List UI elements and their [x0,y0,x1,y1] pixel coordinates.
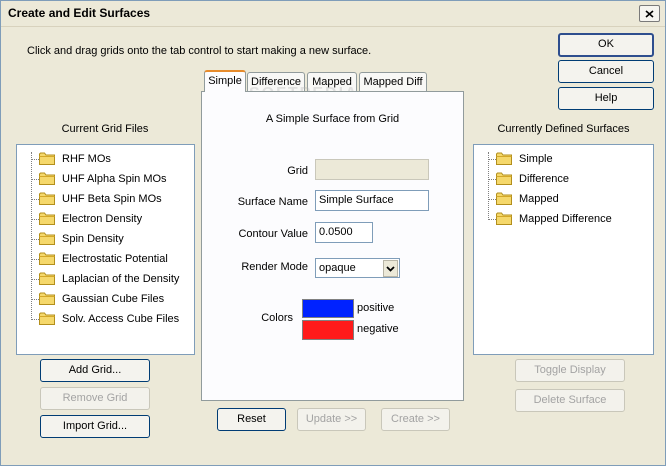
list-item-label: Solv. Access Cube Files [62,313,180,325]
help-button[interactable]: Help [558,87,654,110]
surface-name-field[interactable]: Simple Surface [315,190,429,211]
folder-icon [496,172,512,185]
tree-line [488,159,496,160]
tree-line [31,279,39,280]
tree-line [31,259,39,260]
tree-line [488,199,496,200]
grid-files-list[interactable]: RHF MOs UHF Alpha Spin MOs UHF Beta Spin M… [16,144,195,355]
contour-value-field[interactable]: 0.0500 [315,222,373,243]
tree-line [31,319,39,320]
simple-surface-heading: A Simple Surface from Grid [265,113,400,125]
render-mode-select[interactable]: opaque [315,258,400,278]
list-item-label: Electron Density [62,213,143,225]
folder-icon [39,292,55,305]
remove-grid-button[interactable]: Remove Grid [40,387,150,410]
tree-line [31,239,39,240]
add-grid-button[interactable]: Add Grid... [40,359,150,382]
create-button[interactable]: Create >> [381,408,450,431]
list-item-label: Laplacian of the Density [62,273,180,285]
negative-label: negative [357,323,399,335]
import-grid-button[interactable]: Import Grid... [40,415,150,438]
close-icon [645,10,654,18]
folder-icon [496,212,512,225]
current-grid-files-heading: Current Grid Files [61,123,149,135]
list-item-label: RHF MOs [62,153,111,165]
tree-line [488,152,489,220]
negative-color-swatch[interactable] [302,320,354,340]
defined-surfaces-heading: Currently Defined Surfaces [497,123,630,135]
contour-value-label: Contour Value [238,228,308,240]
window-title: Create and Edit Surfaces [8,6,151,20]
folder-icon [496,152,512,165]
tree-line [488,179,496,180]
list-item-label: Mapped Difference [519,213,612,225]
defined-surfaces-list[interactable]: Simple Difference Mapped Mapped Difference [473,144,654,355]
tree-line [31,159,39,160]
folder-icon [39,312,55,325]
delete-surface-button[interactable]: Delete Surface [515,389,625,412]
list-item-label: UHF Alpha Spin MOs [62,173,167,185]
title-bar[interactable]: Create and Edit Surfaces [1,1,665,27]
update-button[interactable]: Update >> [297,408,366,431]
toggle-display-button[interactable]: Toggle Display [515,359,625,382]
tree-line [31,152,32,320]
grid-field[interactable] [315,159,429,180]
folder-icon [39,212,55,225]
surface-name-label: Surface Name [237,196,308,208]
render-mode-value: opaque [319,262,356,274]
list-item-label: Electrostatic Potential [62,253,168,265]
folder-icon [39,192,55,205]
tab-mapped-diff[interactable]: Mapped Diff [359,72,427,92]
cancel-button[interactable]: Cancel [558,60,654,83]
positive-color-swatch[interactable] [302,299,354,318]
folder-icon [496,192,512,205]
tree-line [488,219,496,220]
tree-line [31,219,39,220]
folder-icon [39,232,55,245]
folder-icon [39,172,55,185]
close-button[interactable] [639,5,660,22]
list-item-label: Mapped [519,193,559,205]
list-item-label: Simple [519,153,553,165]
list-item-label: Spin Density [62,233,124,245]
grid-label: Grid [287,165,308,177]
list-item-label: Difference [519,173,569,185]
tree-line [31,199,39,200]
list-item-label: Gaussian Cube Files [62,293,165,305]
folder-icon [39,252,55,265]
folder-icon [39,272,55,285]
tree-line [31,299,39,300]
render-mode-label: Render Mode [241,261,308,273]
reset-button[interactable]: Reset [217,408,286,431]
colors-label: Colors [261,312,293,324]
dialog-window: Create and Edit Surfaces Click and drag … [0,0,666,466]
tab-simple[interactable]: Simple [204,70,246,92]
tree-line [31,179,39,180]
chevron-down-icon[interactable] [383,260,398,277]
ok-button[interactable]: OK [558,33,654,57]
instruction-text: Click and drag grids onto the tab contro… [27,45,372,57]
list-item-label: UHF Beta Spin MOs [62,193,162,205]
tab-panel-simple: A Simple Surface from Grid Grid Surface … [201,91,464,401]
folder-icon [39,152,55,165]
positive-label: positive [357,302,395,314]
